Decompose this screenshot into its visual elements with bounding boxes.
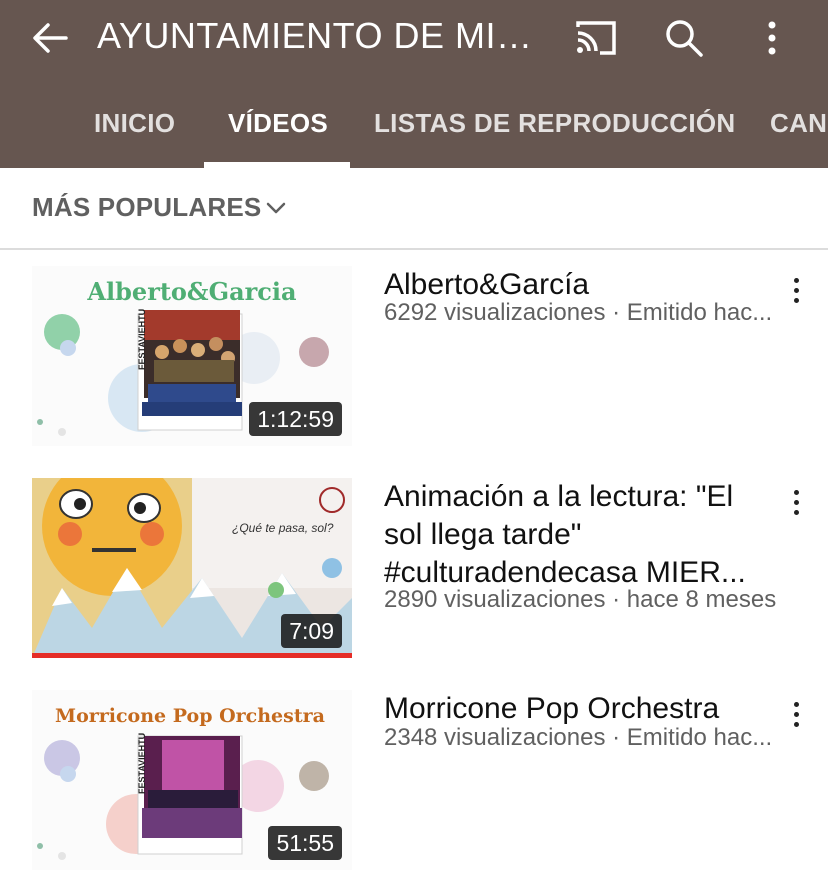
more-vert-icon[interactable] — [748, 14, 796, 62]
video-duration: 7:09 — [281, 614, 342, 648]
channel-tabs: INICIO VÍDEOS LISTAS DE REPRODUCCIÓN CAN — [0, 90, 828, 168]
thumb-title-text: Alberto&Garcia — [86, 277, 296, 306]
thumb-side-text: FESTAVIEHTU — [137, 733, 147, 794]
video-item[interactable]: Morricone Pop Orchestra FESTAVIEHTU 51:5… — [0, 690, 828, 870]
tab-videos[interactable]: VÍDEOS — [228, 90, 328, 168]
cast-icon[interactable] — [572, 14, 620, 62]
video-title[interactable]: Animación a la lectura: "El sol llega ta… — [384, 478, 770, 592]
more-options-icon[interactable] — [780, 694, 812, 734]
video-thumbnail[interactable]: ¿Qué te pasa, sol? 7:09 — [32, 478, 352, 658]
sort-label: MÁS POPULARES — [32, 192, 262, 222]
video-title[interactable]: Morricone Pop Orchestra — [384, 690, 770, 728]
search-icon[interactable] — [660, 14, 708, 62]
video-item[interactable]: Alberto&Garcia FESTAVIEHTU 1:12:59 Alber… — [0, 266, 828, 446]
sort-filter[interactable]: MÁS POPULARES — [0, 168, 828, 250]
video-thumbnail[interactable]: Alberto&Garcia FESTAVIEHTU 1:12:59 — [32, 266, 352, 446]
video-metadata: 6292 visualizaciones · Emitido hac... — [384, 299, 773, 326]
video-duration: 1:12:59 — [249, 402, 342, 436]
video-thumbnail[interactable]: Morricone Pop Orchestra FESTAVIEHTU 51:5… — [32, 690, 352, 870]
app-bar: AYUNTAMIENTO DE MIE... INICIO VÍDEOS LIS… — [0, 0, 828, 168]
more-options-icon[interactable] — [780, 482, 812, 522]
video-duration: 51:55 — [268, 826, 342, 860]
tab-playlists[interactable]: LISTAS DE REPRODUCCIÓN — [374, 90, 735, 168]
chevron-down-icon — [264, 196, 288, 220]
more-options-icon[interactable] — [780, 270, 812, 310]
tab-channels[interactable]: CAN — [770, 90, 827, 168]
video-metadata: 2348 visualizaciones · Emitido hac... — [384, 724, 773, 751]
thumb-text: ¿Qué te pasa, sol? — [232, 521, 334, 535]
video-metadata: 2890 visualizaciones · hace 8 meses — [384, 586, 777, 613]
channel-title: AYUNTAMIENTO DE MIE... — [97, 15, 537, 56]
thumb-title-text: Morricone Pop Orchestra — [55, 705, 325, 727]
back-arrow-icon[interactable] — [28, 16, 72, 60]
watch-progress-bar — [32, 653, 352, 658]
thumb-side-text: FESTAVIEHTU — [137, 309, 147, 370]
video-item[interactable]: ¿Qué te pasa, sol? 7:09 Animación a la l… — [0, 478, 828, 658]
tab-inicio[interactable]: INICIO — [94, 90, 175, 168]
